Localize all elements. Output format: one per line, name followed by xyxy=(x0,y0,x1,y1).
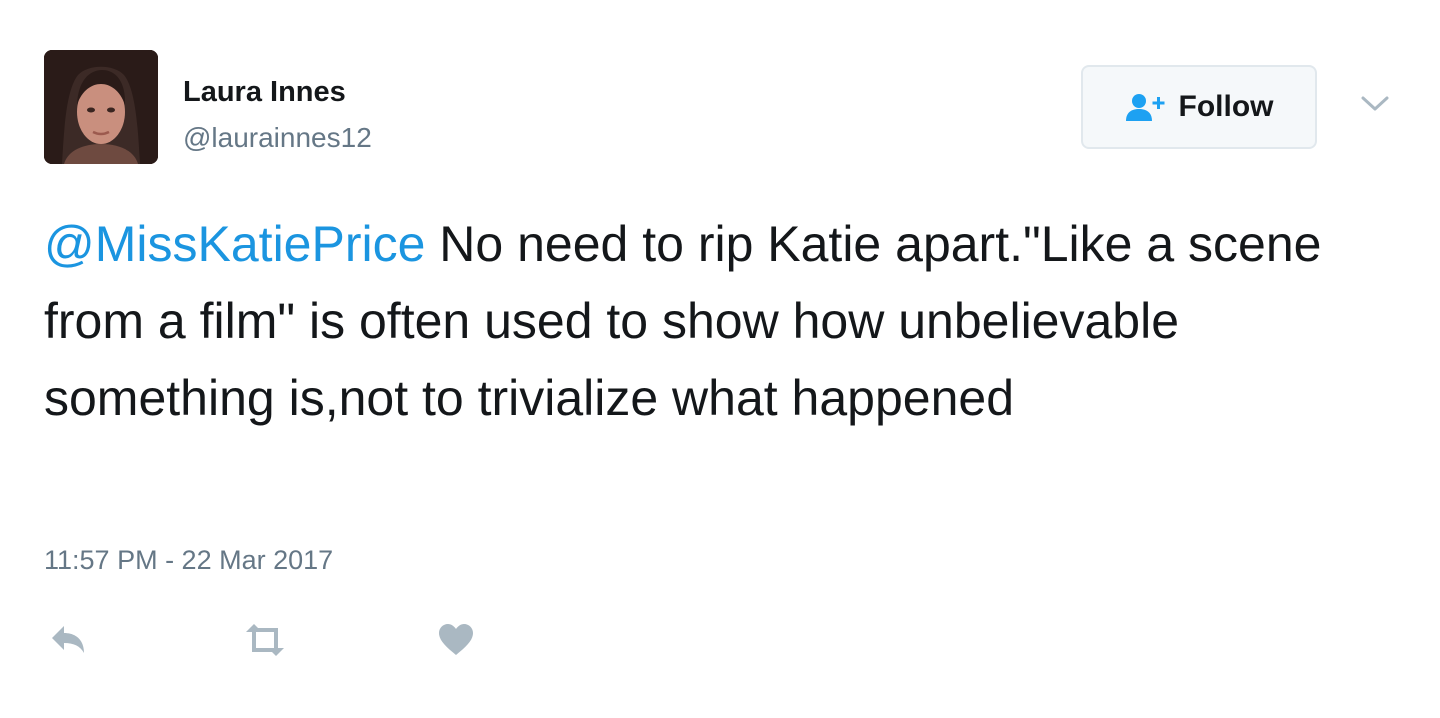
display-name[interactable]: Laura Innes xyxy=(183,76,346,109)
retweet-icon[interactable] xyxy=(242,622,288,663)
user-handle[interactable]: @laurainnes12 xyxy=(183,122,372,154)
add-user-icon xyxy=(1125,92,1167,122)
mention-link[interactable]: @MissKatiePrice xyxy=(44,216,425,272)
tweet-text: @MissKatiePrice No need to rip Katie apa… xyxy=(44,206,1404,437)
profile-photo xyxy=(44,50,158,164)
like-icon[interactable] xyxy=(437,622,475,663)
reply-icon[interactable] xyxy=(48,622,88,663)
follow-button[interactable]: Follow xyxy=(1081,65,1317,149)
timestamp[interactable]: 11:57 PM - 22 Mar 2017 xyxy=(44,545,333,576)
chevron-down-icon[interactable] xyxy=(1360,94,1390,114)
avatar[interactable] xyxy=(44,50,158,164)
follow-label: Follow xyxy=(1178,90,1274,123)
